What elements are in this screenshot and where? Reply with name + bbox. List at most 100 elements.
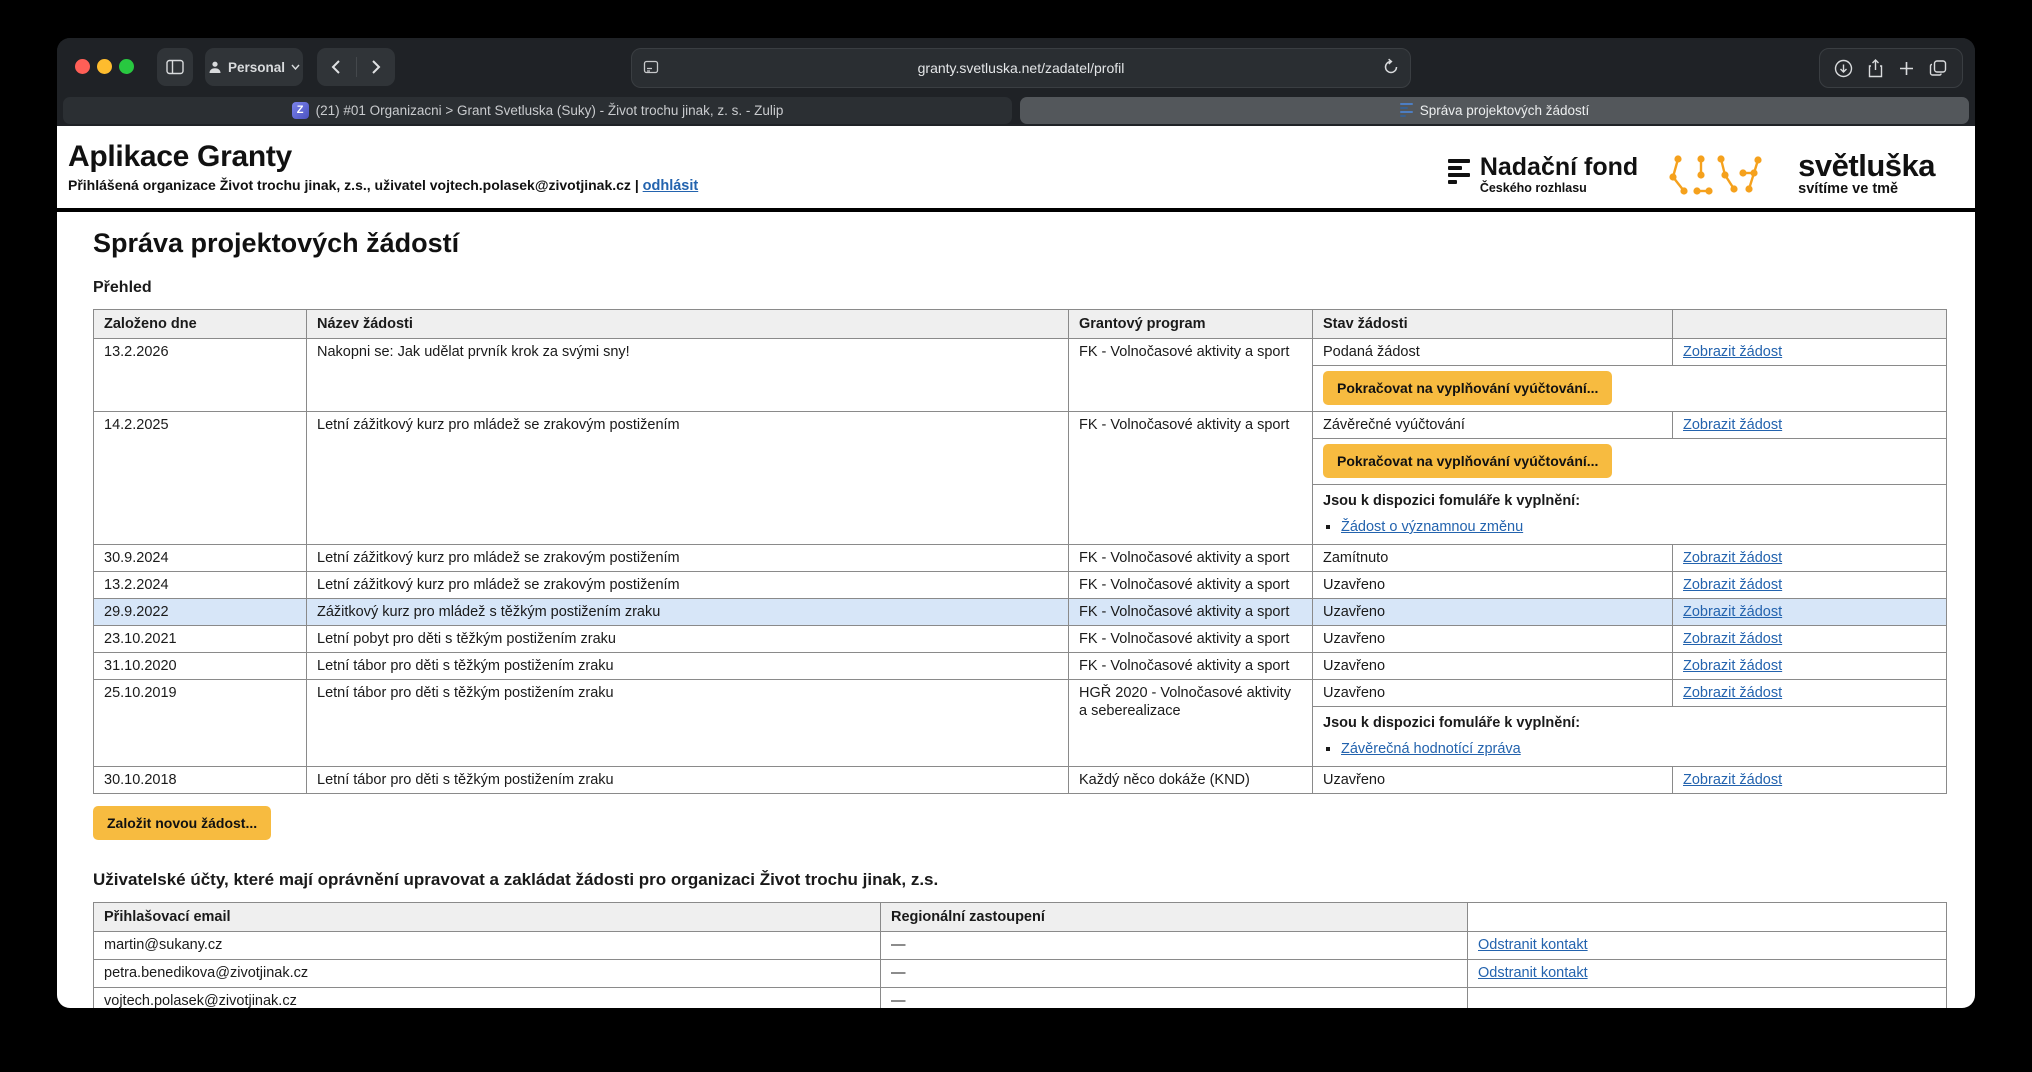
- application-name-cell: Zážitkový kurz pro mládež s těžkým posti…: [307, 599, 1069, 626]
- col-header-email: Přihlašovací email: [94, 903, 881, 932]
- site-header: Aplikace Granty Přihlášená organizace Ži…: [57, 126, 1975, 212]
- applications-table: Založeno dne Název žádosti Grantový prog…: [93, 309, 1947, 794]
- application-program-cell: FK - Volnočasové aktivity a sport: [1069, 626, 1313, 653]
- col-header-date: Založeno dne: [94, 310, 307, 339]
- view-application-link[interactable]: Zobrazit žádost: [1683, 631, 1782, 647]
- application-status-cell: Zamítnuto: [1313, 545, 1673, 572]
- user-region-cell: —: [881, 960, 1468, 988]
- view-application-link[interactable]: Zobrazit žádost: [1683, 604, 1782, 620]
- form-link[interactable]: Žádost o významnou změnu: [1341, 519, 1523, 535]
- tab-sprava-label: Správa projektových žádostí: [1420, 103, 1590, 118]
- application-row: 25.10.2019Letní tábor pro děti s těžkým …: [94, 680, 1947, 707]
- user-action-cell: Odstranit kontakt: [1468, 960, 1947, 988]
- logout-link[interactable]: odhlásit: [643, 178, 699, 194]
- view-application-link[interactable]: Zobrazit žádost: [1683, 417, 1782, 433]
- session-line: Přihlášená organizace Život trochu jinak…: [68, 177, 698, 194]
- remove-contact-link[interactable]: Odstranit kontakt: [1478, 937, 1588, 953]
- application-action-cell: Zobrazit žádost: [1673, 767, 1947, 794]
- continue-cell: Pokračovat na vyplňování vyúčtování...: [1313, 439, 1947, 485]
- application-name-cell: Letní zážitkový kurz pro mládež se zrako…: [307, 545, 1069, 572]
- application-name-cell: Letní tábor pro děti s těžkým postižením…: [307, 653, 1069, 680]
- user-region-cell: —: [881, 988, 1468, 1009]
- address-bar[interactable]: granty.svetluska.net/zadatel/profil: [631, 48, 1411, 88]
- application-row: 14.2.2025Letní zážitkový kurz pro mládež…: [94, 412, 1947, 439]
- session-text: Přihlášená organizace Život trochu jinak…: [68, 177, 639, 193]
- view-application-link[interactable]: Zobrazit žádost: [1683, 772, 1782, 788]
- continue-accounting-button[interactable]: Pokračovat na vyplňování vyúčtování...: [1323, 371, 1612, 405]
- view-application-link[interactable]: Zobrazit žádost: [1683, 658, 1782, 674]
- applications-table-body: 13.2.2026Nakopni se: Jak udělat prvník k…: [94, 339, 1947, 794]
- col-header-actions: [1673, 310, 1947, 339]
- application-status-cell: Uzavřeno: [1313, 767, 1673, 794]
- application-action-cell: Zobrazit žádost: [1673, 680, 1947, 707]
- application-status-cell: Uzavřeno: [1313, 680, 1673, 707]
- applications-table-head: Založeno dne Název žádosti Grantový prog…: [94, 310, 1947, 339]
- page-title: Správa projektových žádostí: [93, 228, 1947, 259]
- application-status-cell: Uzavřeno: [1313, 653, 1673, 680]
- zoom-window-button[interactable]: [119, 59, 134, 74]
- tab-bar: Z (21) #01 Organizacni > Grant Svetluska…: [57, 94, 1975, 126]
- reload-button[interactable]: [1382, 58, 1400, 76]
- continue-accounting-button[interactable]: Pokračovat na vyplňování vyúčtování...: [1323, 444, 1612, 478]
- reload-icon: [1382, 58, 1400, 76]
- application-status-cell: Závěrečné vyúčtování: [1313, 412, 1673, 439]
- application-date-cell: 14.2.2025: [94, 412, 307, 545]
- users-table-head: Přihlašovací email Regionální zastoupení: [94, 903, 1947, 932]
- remove-contact-link[interactable]: Odstranit kontakt: [1478, 965, 1588, 981]
- page-settings-icon[interactable]: [643, 59, 659, 75]
- application-program-cell: FK - Volnočasové aktivity a sport: [1069, 572, 1313, 599]
- overview-heading: Přehled: [93, 279, 1947, 297]
- user-action-cell: [1468, 988, 1947, 1009]
- safari-window: Personal: [57, 38, 1975, 1008]
- share-icon[interactable]: [1867, 59, 1884, 78]
- application-date-cell: 25.10.2019: [94, 680, 307, 767]
- application-status-cell: Uzavřeno: [1313, 626, 1673, 653]
- application-action-cell: Zobrazit žádost: [1673, 599, 1947, 626]
- chevron-left-icon: [331, 59, 341, 75]
- svetluska-line2: svítíme ve tmě: [1798, 181, 1935, 197]
- user-email-cell: petra.benedikova@zivotjinak.cz: [94, 960, 881, 988]
- nav-buttons: [317, 48, 395, 86]
- view-application-link[interactable]: Zobrazit žádost: [1683, 550, 1782, 566]
- tab-zulip[interactable]: Z (21) #01 Organizacni > Grant Svetluska…: [63, 97, 1012, 124]
- forms-list: Žádost o významnou změnu: [1341, 518, 1936, 536]
- application-status-cell: Podaná žádost: [1313, 339, 1673, 366]
- application-program-cell: HGŘ 2020 - Volnočasové aktivity a sebere…: [1069, 680, 1313, 767]
- nadacni-fond-line1: Nadační fond: [1480, 154, 1638, 180]
- form-link[interactable]: Závěrečná hodnotící zpráva: [1341, 741, 1521, 757]
- sidebar-toggle-button[interactable]: [157, 48, 193, 86]
- close-window-button[interactable]: [75, 59, 90, 74]
- screen: Personal: [0, 0, 2032, 1072]
- tab-overview-icon[interactable]: [1929, 59, 1948, 77]
- application-program-cell: FK - Volnočasové aktivity a sport: [1069, 339, 1313, 412]
- application-row: 31.10.2020Letní tábor pro děti s těžkým …: [94, 653, 1947, 680]
- profile-switcher[interactable]: Personal: [205, 48, 303, 86]
- view-application-link[interactable]: Zobrazit žádost: [1683, 344, 1782, 360]
- application-name-cell: Letní pobyt pro děti s těžkým postižením…: [307, 626, 1069, 653]
- application-program-cell: Každý něco dokáže (KND): [1069, 767, 1313, 794]
- tab-sprava-zadosti[interactable]: Správa projektových žádostí: [1020, 97, 1969, 124]
- new-tab-icon[interactable]: [1898, 60, 1915, 77]
- url-text[interactable]: granty.svetluska.net/zadatel/profil: [632, 60, 1410, 76]
- sidebar-icon: [166, 59, 184, 75]
- application-action-cell: Zobrazit žádost: [1673, 339, 1947, 366]
- minimize-window-button[interactable]: [97, 59, 112, 74]
- view-application-link[interactable]: Zobrazit žádost: [1683, 685, 1782, 701]
- form-list-item: Závěrečná hodnotící zpráva: [1341, 740, 1936, 758]
- page-content: Aplikace Granty Přihlášená organizace Ži…: [57, 126, 1975, 1008]
- downloads-icon[interactable]: [1834, 59, 1853, 78]
- application-program-cell: FK - Volnočasové aktivity a sport: [1069, 545, 1313, 572]
- forward-button[interactable]: [357, 48, 396, 86]
- application-row: 30.9.2024Letní zážitkový kurz pro mládež…: [94, 545, 1947, 572]
- user-region-cell: —: [881, 932, 1468, 960]
- back-button[interactable]: [317, 48, 356, 86]
- application-date-cell: 13.2.2026: [94, 339, 307, 412]
- application-row: 13.2.2024Letní zážitkový kurz pro mládež…: [94, 572, 1947, 599]
- application-name-cell: Letní zážitkový kurz pro mládež se zrako…: [307, 572, 1069, 599]
- view-application-link[interactable]: Zobrazit žádost: [1683, 577, 1782, 593]
- nadacni-fond-line2: Českého rozhlasu: [1480, 181, 1638, 195]
- toolbar-right-buttons: [1819, 48, 1963, 88]
- new-application-button[interactable]: Založit novou žádost...: [93, 806, 271, 840]
- application-program-cell: FK - Volnočasové aktivity a sport: [1069, 599, 1313, 626]
- application-action-cell: Zobrazit žádost: [1673, 653, 1947, 680]
